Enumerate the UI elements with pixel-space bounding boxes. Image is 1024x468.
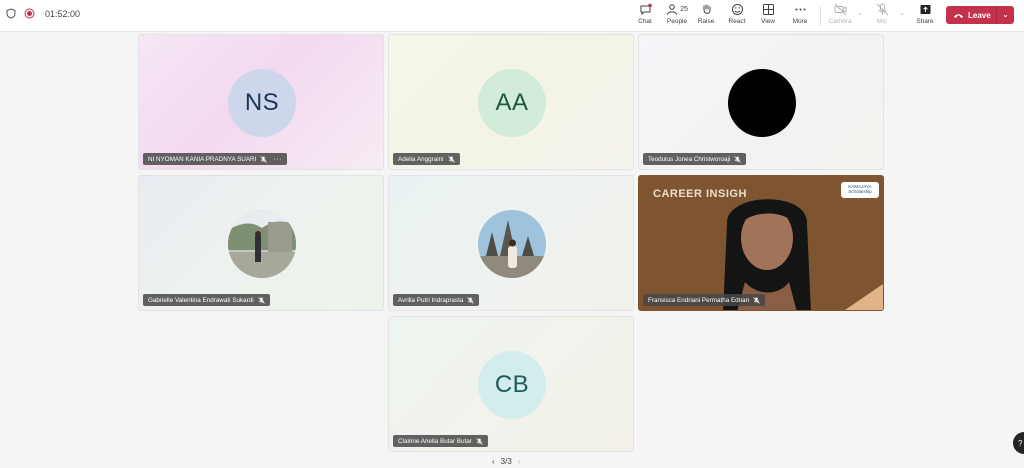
participant-nametag: NI NYOMAN KANIA PRADNYA SUARI ··· (143, 153, 287, 165)
leave-options-chevron-icon[interactable]: ⌄ (997, 11, 1014, 19)
mic-off-icon (447, 155, 455, 163)
participant-name: NI NYOMAN KANIA PRADNYA SUARI (148, 155, 257, 163)
participant-nametag: Fransisca Endriani Permatha Ednan (643, 294, 766, 306)
chat-icon (640, 3, 652, 16)
participant-name: Clairine Ariella Butar Butar (398, 437, 472, 445)
react-icon (731, 4, 743, 15)
more-icon (795, 8, 805, 11)
view-icon (762, 4, 774, 15)
participant-video-tile[interactable]: CAREER INSIGH KAMAJAYA Scholarship Frans… (638, 175, 884, 311)
leave-button[interactable]: Leave ⌄ (946, 6, 1014, 24)
raise-label: Raise (697, 18, 715, 25)
floating-help-button[interactable]: ? (1013, 432, 1024, 454)
mic-off-icon (467, 296, 475, 304)
gallery-pager: ‹ 3/3 › (492, 457, 520, 466)
participant-name: Fransisca Endriani Permatha Ednan (648, 296, 750, 304)
camera-options-chevron-icon[interactable]: ⌄ (857, 9, 863, 17)
mic-label: Mic (876, 18, 888, 25)
avatar (478, 210, 546, 278)
people-icon (667, 4, 678, 15)
previous-page-button[interactable]: ‹ (492, 457, 495, 466)
meeting-timer: 01:52:00 (45, 8, 81, 19)
participant-nametag: Gabrielle Valentina Endrawati Sukardi (143, 294, 270, 306)
next-page-button[interactable]: › (518, 457, 521, 466)
react-label: React (728, 18, 746, 25)
people-count: 25 (680, 6, 688, 13)
camera-button[interactable]: Camera (825, 3, 855, 29)
page-indicator: 3/3 (500, 457, 512, 466)
participant-tile[interactable]: Teodulus Jonea Christworoaji (638, 34, 884, 170)
shield-icon (6, 8, 16, 19)
avatar: CB (478, 351, 546, 419)
view-label: View (761, 18, 775, 25)
participant-tile[interactable]: AA Adelia Anggraini (388, 34, 634, 170)
avatar: NS (228, 69, 296, 137)
view-button[interactable]: View (753, 3, 783, 29)
people-label: People (666, 18, 688, 25)
share-label: Share (916, 18, 934, 25)
chat-button[interactable]: Chat (630, 3, 660, 29)
mic-off-icon (476, 437, 483, 445)
meeting-toolbar: 01:52:00 Chat 25 People Raise React View… (0, 0, 1024, 32)
participant-nametag: Teodulus Jonea Christworoaji (643, 153, 747, 165)
raise-hand-icon (703, 4, 710, 14)
participant-more-icon[interactable]: ··· (273, 156, 282, 163)
profile-photo (478, 210, 546, 278)
meeting-status: 01:52:00 (6, 8, 80, 19)
leave-main[interactable]: Leave (946, 11, 996, 20)
share-icon (920, 5, 930, 14)
participant-name: Avrilla Putri Indraprasta (398, 296, 464, 304)
participant-name: Gabrielle Valentina Endrawati Sukardi (148, 296, 254, 304)
camera-label: Camera (828, 18, 852, 25)
participant-nametag: Avrilla Putri Indraprasta (393, 294, 480, 306)
camera-icon (834, 3, 846, 16)
mic-button[interactable]: Mic (867, 3, 897, 29)
react-button[interactable]: React (722, 3, 752, 29)
participant-video (723, 199, 811, 310)
mic-icon (876, 3, 888, 16)
avatar (728, 69, 796, 137)
mic-off-icon (257, 296, 265, 304)
participant-name: Adelia Anggraini (398, 155, 444, 163)
phone-icon (954, 13, 963, 18)
more-label: More (792, 18, 808, 25)
participant-tile[interactable]: Gabrielle Valentina Endrawati Sukardi (138, 175, 384, 311)
scholarship-logo: KAMAJAYA Scholarship (841, 182, 879, 198)
participant-nametag: Clairine Ariella Butar Butar (393, 435, 488, 447)
people-button[interactable]: 25 People (661, 3, 693, 29)
mic-off-icon (753, 296, 760, 304)
toolbar-divider (820, 6, 821, 26)
mic-off-icon (260, 155, 268, 163)
participant-tile[interactable]: CB Clairine Ariella Butar Butar (388, 316, 634, 452)
share-button[interactable]: Share (910, 3, 940, 29)
raise-hand-button[interactable]: Raise (691, 3, 721, 29)
chat-label: Chat (638, 18, 652, 25)
record-icon (24, 8, 35, 19)
participant-tile[interactable]: Avrilla Putri Indraprasta (388, 175, 634, 311)
mic-options-chevron-icon[interactable]: ⌄ (899, 9, 905, 17)
profile-photo (228, 210, 296, 278)
participant-tile[interactable]: NS NI NYOMAN KANIA PRADNYA SUARI ··· (138, 34, 384, 170)
mic-off-icon (734, 155, 742, 163)
background-decoration (845, 284, 883, 310)
participant-name: Teodulus Jonea Christworoaji (648, 155, 731, 163)
participant-nametag: Adelia Anggraini (393, 153, 460, 165)
avatar: AA (478, 69, 546, 137)
more-button[interactable]: More (785, 3, 815, 29)
leave-label: Leave (968, 10, 991, 20)
avatar (228, 210, 296, 278)
